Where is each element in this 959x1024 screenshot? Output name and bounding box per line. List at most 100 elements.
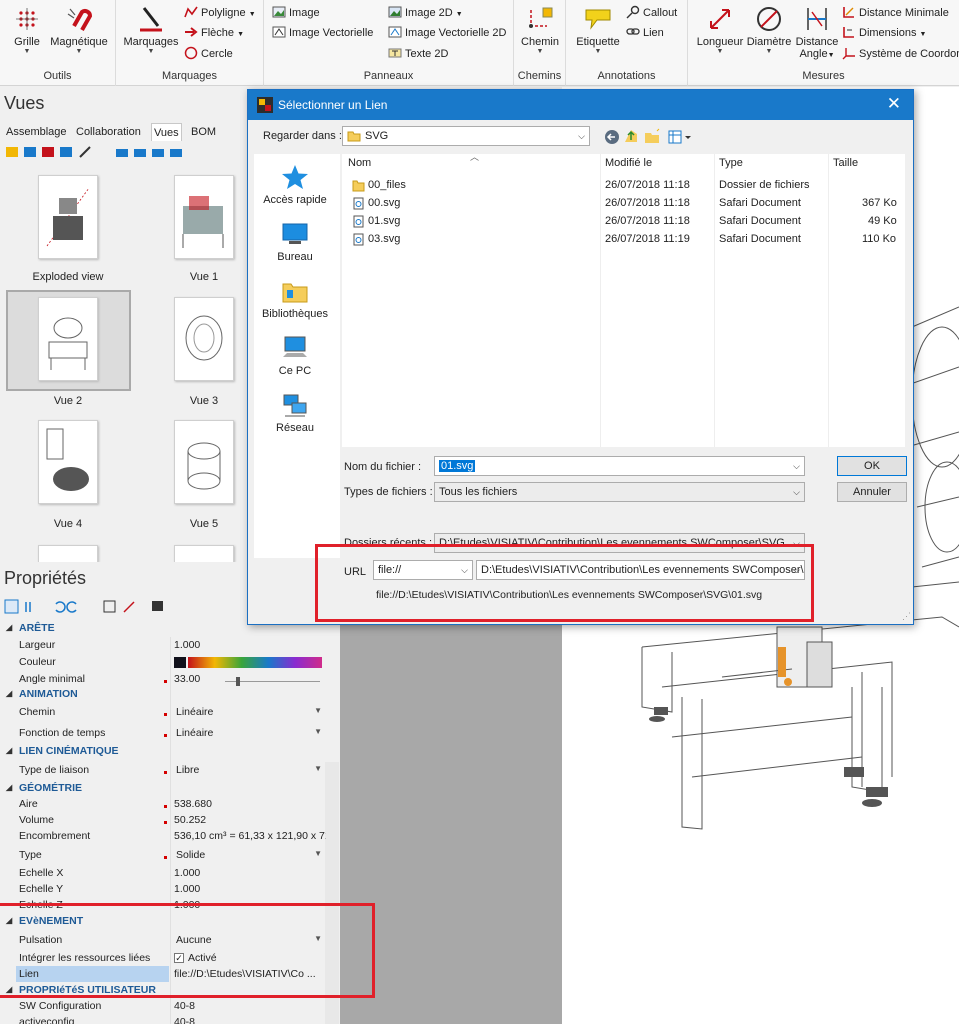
etiquette-button[interactable]: Etiquette ▼ — [570, 4, 626, 56]
prop-chemin[interactable]: Chemin Linéaire ▼ — [0, 704, 325, 721]
prop-type-liaison[interactable]: Type de liaison Libre ▼ — [0, 762, 325, 779]
distance-angle-button[interactable]: Distance Angle▼ — [792, 4, 842, 60]
cercle-button[interactable]: Cercle — [184, 45, 233, 64]
collapse-triangle-icon: ◢ — [6, 623, 13, 632]
library-folder-icon — [282, 283, 308, 303]
prop-sw-configuration[interactable]: SW Configuration 40-8 — [0, 998, 325, 1015]
image-button[interactable]: Image — [272, 4, 320, 23]
cancel-button[interactable]: Annuler — [837, 482, 907, 502]
prop-fonction-temps[interactable]: Fonction de temps Linéaire ▼ — [0, 725, 325, 742]
image-vectorielle-button[interactable]: Image Vectorielle — [272, 24, 373, 43]
column-nom[interactable]: Nom — [348, 157, 371, 169]
view-thumbnail-exploded[interactable] — [38, 175, 98, 259]
fleche-button[interactable]: Flèche ▼ — [184, 24, 244, 43]
place-ce-pc[interactable]: Ce PC — [254, 335, 336, 377]
close-icon[interactable]: ✕ — [887, 94, 901, 114]
angle-label: Angle — [799, 48, 828, 60]
image-2d-button[interactable]: Image 2D ▼ — [388, 4, 463, 23]
file-row[interactable]: 00_files 26/07/2018 11:18 Dossier de fichi… — [348, 177, 898, 195]
properties-toolbar — [4, 598, 174, 616]
dialog-titlebar[interactable]: Sélectionner un Lien ✕ — [248, 90, 913, 120]
tab-collaboration[interactable]: Collaboration — [74, 123, 143, 141]
distance-angle-icon — [807, 8, 827, 30]
angle-slider-thumb[interactable] — [236, 677, 240, 686]
view-thumbnail-vue5[interactable] — [174, 420, 234, 504]
svg-file-icon — [353, 233, 364, 246]
grille-button[interactable]: Grille ▼ — [6, 4, 48, 56]
chevron-down-icon: ▼ — [536, 48, 544, 55]
callout-button[interactable]: Callout — [626, 4, 677, 23]
magnetique-button[interactable]: Magnétique ▼ — [48, 4, 110, 56]
pen-marker-icon — [140, 7, 162, 32]
prop-activeconfig[interactable]: activeconfig 40-8 — [0, 1014, 325, 1024]
category-lien-cinematique[interactable]: ◢ LIEN CINÉMATIQUE — [0, 743, 325, 760]
image-vectorielle-2d-button[interactable]: Image Vectorielle 2D — [388, 24, 507, 43]
column-modifie[interactable]: Modifié le — [605, 157, 652, 169]
group-chemins: Chemin ▼ Chemins — [514, 0, 566, 86]
file-row[interactable]: 03.svg 26/07/2018 11:19 Safari Document 110… — [348, 231, 898, 249]
tab-assemblage[interactable]: Assemblage — [4, 123, 69, 141]
place-acces-rapide[interactable]: Accès rapide — [254, 164, 336, 206]
view-thumbnail-vue2[interactable] — [38, 297, 98, 381]
systeme-coord-button[interactable]: Système de Coordon — [842, 45, 959, 64]
filetype-select[interactable]: Tous les fichiers ⌵ — [434, 482, 805, 502]
category-geometrie[interactable]: ◢ GÉOMÉTRIE — [0, 780, 325, 797]
image-vectorielle-2d-label: Image Vectorielle 2D — [405, 27, 507, 39]
chemin-button[interactable]: Chemin ▼ — [518, 4, 562, 56]
longueur-button[interactable]: Longueur ▼ — [692, 4, 748, 56]
image-2d-label: Image 2D — [405, 7, 453, 19]
view-thumbnail-vue4[interactable] — [38, 420, 98, 504]
tab-bom[interactable]: BOM — [189, 123, 218, 141]
chevron-down-icon: ⌵ — [793, 487, 800, 497]
filename-input[interactable]: 01.svg ⌵ — [434, 456, 805, 476]
prop-type[interactable]: Type Solide ▼ — [0, 847, 325, 864]
chevron-down-icon: ▼ — [314, 764, 322, 773]
vue4-image — [46, 428, 89, 491]
image-vectorielle-label: Image Vectorielle — [289, 27, 374, 39]
circle-icon — [184, 46, 198, 60]
grille-label: Grille — [14, 36, 40, 48]
etiquette-label: Etiquette — [576, 36, 620, 48]
prop-echelle-y[interactable]: Echelle Y 1.000 — [0, 881, 325, 898]
group-annotations-label: Annotations — [597, 70, 656, 82]
texte-2d-button[interactable]: Texte 2D — [388, 45, 448, 64]
marquages-button[interactable]: Marquages ▼ — [120, 4, 182, 56]
place-bureau[interactable]: Bureau — [254, 221, 336, 263]
place-bibliotheques[interactable]: Bibliothèques — [254, 278, 336, 320]
prop-echelle-x[interactable]: Echelle X 1.000 — [0, 865, 325, 882]
sort-up-icon: ︿ — [470, 152, 480, 162]
vector-image-2d-icon — [388, 26, 402, 38]
look-in-select[interactable]: SVG ⌵ — [342, 126, 590, 146]
color-spectrum[interactable] — [188, 657, 322, 668]
view-thumbnail-vue3[interactable] — [174, 297, 234, 381]
prop-largeur[interactable]: Largeur 1.000 — [0, 637, 325, 654]
column-taille[interactable]: Taille — [833, 157, 858, 169]
dimensions-button[interactable]: Dimensions ▼ — [842, 24, 926, 43]
column-type[interactable]: Type — [719, 157, 743, 169]
ribbon: Grille ▼ Magnétique ▼ Outils Marquages ▼… — [0, 0, 959, 86]
view-thumbnail-vue1[interactable] — [174, 175, 234, 259]
distance-minimale-button[interactable]: Distance Minimale — [842, 4, 949, 23]
diametre-button[interactable]: Diamètre ▼ — [744, 4, 794, 56]
arrow-right-icon — [185, 27, 198, 37]
prop-couleur[interactable]: Couleur — [0, 654, 325, 671]
tab-vues[interactable]: Vues — [151, 123, 182, 141]
category-animation[interactable]: ◢ ANIMATION — [0, 686, 325, 703]
file-row[interactable]: 01.svg 26/07/2018 11:18 Safari Document 49 … — [348, 213, 898, 231]
lien-button[interactable]: Lien — [626, 24, 664, 43]
view-thumbnail-partial[interactable] — [174, 545, 234, 562]
svg-file-icon — [353, 197, 364, 210]
label-tag-icon — [585, 9, 611, 30]
resize-grip-icon[interactable]: ⋰ — [902, 611, 911, 622]
color-swatch[interactable] — [174, 657, 186, 668]
prop-aire: Aire 538.680 — [19, 798, 212, 810]
filetype-label: Types de fichiers : — [344, 486, 433, 498]
svg-file-icon — [353, 215, 364, 228]
texte-2d-label: Texte 2D — [405, 48, 449, 60]
view-thumbnail-partial[interactable] — [38, 545, 98, 562]
ok-button[interactable]: OK — [837, 456, 907, 476]
polyligne-button[interactable]: Polyligne ▼ — [184, 4, 256, 23]
diametre-label: Diamètre — [746, 36, 792, 48]
file-row[interactable]: 00.svg 26/07/2018 11:18 Safari Document 367… — [348, 195, 898, 213]
place-reseau[interactable]: Réseau — [254, 392, 336, 434]
